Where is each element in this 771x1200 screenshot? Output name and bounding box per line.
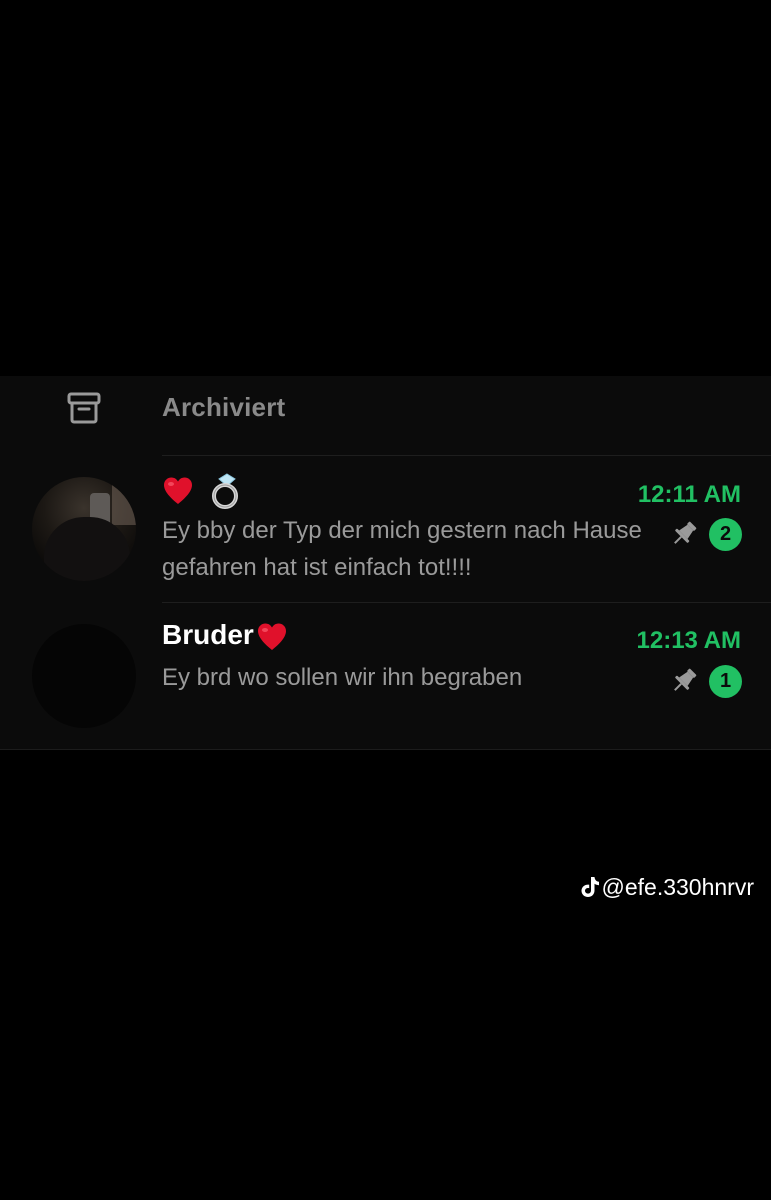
chat-row[interactable]: Bruder 12:13 AM Ey brd wo sollen wir ihn… <box>0 603 771 749</box>
chat-preview: Ey brd wo sollen wir ihn begraben <box>162 664 523 691</box>
pin-icon <box>674 668 697 691</box>
chat-time: 12:11 AM <box>637 481 741 508</box>
archived-label: Archiviert <box>162 392 286 422</box>
archive-icon <box>67 392 101 424</box>
archived-chats-row[interactable]: Archiviert <box>0 376 771 454</box>
chat-list: Archiviert 12:11 AM Ey bby der Typ der m… <box>0 376 771 750</box>
tiktok-watermark: @efe.330hnrvr <box>580 874 755 901</box>
chat-row[interactable]: 12:11 AM Ey bby der Typ der mich gestern… <box>0 456 771 602</box>
avatar[interactable] <box>32 477 136 581</box>
tiktok-icon <box>581 877 599 897</box>
red-heart-emoji <box>164 477 192 504</box>
chat-name: Bruder <box>162 619 288 653</box>
unread-badge: 1 <box>709 665 742 698</box>
pin-icon <box>674 521 697 544</box>
avatar[interactable] <box>32 624 136 728</box>
chat-time: 12:13 AM <box>636 627 741 654</box>
red-heart-emoji <box>257 623 286 650</box>
ring-emoji <box>211 473 238 509</box>
watermark-handle: @efe.330hnrvr <box>601 874 755 900</box>
chat-preview: Ey bby der Typ der mich gestern nach Hau… <box>162 517 642 581</box>
screen: Archiviert 12:11 AM Ey bby der Typ der m… <box>0 0 771 1200</box>
unread-badge: 2 <box>709 518 742 551</box>
chat-name <box>162 472 246 510</box>
